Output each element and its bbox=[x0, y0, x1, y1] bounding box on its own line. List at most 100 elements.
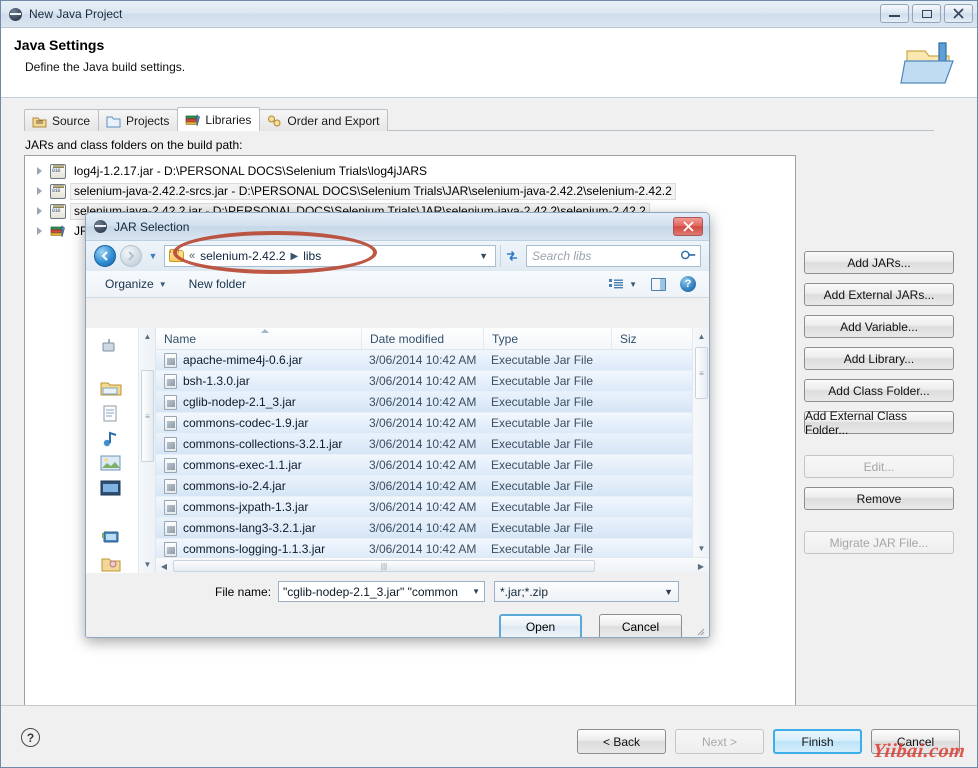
maximize-button[interactable] bbox=[912, 4, 941, 23]
preview-pane-button[interactable] bbox=[651, 278, 666, 291]
help-icon[interactable]: ? bbox=[21, 728, 40, 747]
scroll-down-icon[interactable]: ▼ bbox=[139, 556, 156, 573]
documents-icon[interactable] bbox=[100, 404, 122, 424]
table-row[interactable]: commons-jxpath-1.3.jar 3/06/2014 10:42 A… bbox=[156, 497, 709, 518]
table-row[interactable]: commons-lang3-3.2.1.jar 3/06/2014 10:42 … bbox=[156, 518, 709, 539]
add-variable-button[interactable]: Add Variable... bbox=[804, 315, 954, 338]
add-external-class-folder-button[interactable]: Add External Class Folder... bbox=[804, 411, 954, 434]
file-date: 3/06/2014 10:42 AM bbox=[361, 374, 483, 388]
open-button[interactable]: Open bbox=[499, 614, 582, 638]
file-type: Executable Jar File bbox=[483, 374, 611, 388]
tab-source[interactable]: Source bbox=[24, 109, 99, 131]
close-button[interactable] bbox=[944, 4, 973, 23]
breadcrumb-overflow-icon[interactable]: « bbox=[189, 250, 195, 262]
help-icon[interactable]: ? bbox=[680, 276, 696, 292]
scroll-up-icon[interactable]: ▲ bbox=[139, 328, 156, 345]
add-class-folder-button[interactable]: Add Class Folder... bbox=[804, 379, 954, 402]
resize-grip[interactable] bbox=[695, 625, 705, 635]
expand-arrow-icon[interactable] bbox=[35, 206, 46, 217]
file-name-input[interactable]: "cglib-nodep-2.1_3.jar" "common ▼ bbox=[278, 581, 485, 602]
table-row[interactable]: commons-collections-3.2.1.jar 3/06/2014 … bbox=[156, 434, 709, 455]
column-header-type[interactable]: Type bbox=[483, 328, 611, 350]
table-row[interactable]: commons-codec-1.9.jar 3/06/2014 10:42 AM… bbox=[156, 413, 709, 434]
scroll-left-icon[interactable]: ◀ bbox=[156, 558, 172, 573]
scrollbar-thumb[interactable]: ||| bbox=[173, 560, 595, 572]
column-header-size[interactable]: Siz bbox=[611, 328, 651, 350]
back-button[interactable]: < Back bbox=[577, 729, 666, 754]
tree-row[interactable]: log4j-1.2.17.jar - D:\PERSONAL DOCS\Sele… bbox=[25, 161, 795, 181]
history-dropdown-icon[interactable]: ▼ bbox=[146, 251, 160, 261]
file-name: commons-lang3-3.2.1.jar bbox=[183, 521, 316, 535]
remove-button[interactable]: Remove bbox=[804, 487, 954, 510]
file-list-horizontal-scrollbar[interactable]: ◀ ||| ▶ bbox=[156, 557, 709, 573]
music-icon[interactable] bbox=[100, 429, 122, 449]
add-library-button[interactable]: Add Library... bbox=[804, 347, 954, 370]
file-name-cell: commons-exec-1.1.jar bbox=[156, 458, 361, 473]
jar-file-icon bbox=[164, 416, 177, 431]
minimize-button[interactable] bbox=[880, 4, 909, 23]
column-label: Name bbox=[164, 332, 196, 346]
add-jars-button[interactable]: Add JARs... bbox=[804, 251, 954, 274]
expand-arrow-icon[interactable] bbox=[35, 186, 46, 197]
tab-projects[interactable]: Projects bbox=[98, 109, 178, 131]
file-list[interactable]: Name Date modified Type Siz apache-mime4… bbox=[156, 328, 709, 573]
column-header-name[interactable]: Name bbox=[156, 328, 361, 350]
add-external-jars-button[interactable]: Add External JARs... bbox=[804, 283, 954, 306]
table-row[interactable]: commons-io-2.4.jar 3/06/2014 10:42 AM Ex… bbox=[156, 476, 709, 497]
migrate-jar-file-button: Migrate JAR File... bbox=[804, 531, 954, 554]
network-icon[interactable] bbox=[100, 337, 122, 357]
library-icon bbox=[50, 224, 66, 238]
jar-file-icon bbox=[164, 542, 177, 557]
new-folder-button[interactable]: New folder bbox=[178, 277, 257, 291]
address-bar[interactable]: « selenium-2.42.2 ▶ libs ▼ bbox=[164, 245, 496, 267]
file-name-cell: apache-mime4j-0.6.jar bbox=[156, 353, 361, 368]
expand-arrow-icon[interactable] bbox=[35, 226, 46, 237]
tree-item-label: selenium-java-2.42.2-srcs.jar - D:\PERSO… bbox=[70, 183, 676, 200]
file-type: Executable Jar File bbox=[483, 542, 611, 556]
file-list-vertical-scrollbar[interactable]: ▲ ≡ ▼ bbox=[692, 328, 709, 557]
scrollbar-thumb[interactable]: ≡ bbox=[141, 370, 154, 462]
tab-libraries[interactable]: Libraries bbox=[177, 107, 260, 131]
tree-row[interactable]: selenium-java-2.42.2-srcs.jar - D:\PERSO… bbox=[25, 181, 795, 201]
finish-button[interactable]: Finish bbox=[773, 729, 862, 754]
table-row[interactable]: bsh-1.3.0.jar 3/06/2014 10:42 AM Executa… bbox=[156, 371, 709, 392]
scroll-right-icon[interactable]: ▶ bbox=[693, 558, 709, 573]
table-row[interactable]: cglib-nodep-2.1_3.jar 3/06/2014 10:42 AM… bbox=[156, 392, 709, 413]
breadcrumb-part[interactable]: libs bbox=[303, 249, 321, 263]
address-dropdown-icon[interactable]: ▼ bbox=[479, 251, 491, 261]
organize-label: Organize bbox=[105, 277, 154, 291]
scrollbar-thumb[interactable]: ≡ bbox=[695, 347, 708, 399]
refresh-button[interactable] bbox=[500, 245, 522, 267]
user-folder-icon[interactable] bbox=[100, 554, 122, 573]
videos-icon[interactable] bbox=[100, 479, 122, 499]
back-navigation-button[interactable] bbox=[94, 245, 116, 267]
file-name-cell: commons-codec-1.9.jar bbox=[156, 416, 361, 431]
window-controls bbox=[880, 4, 973, 23]
tab-order-and-export[interactable]: Order and Export bbox=[259, 109, 388, 131]
file-name-label: File name: bbox=[215, 585, 271, 599]
file-type-filter-select[interactable]: *.jar;*.zip ▼ bbox=[494, 581, 679, 602]
chevron-down-icon[interactable]: ▼ bbox=[472, 587, 480, 596]
libraries-folder-icon[interactable] bbox=[100, 379, 122, 399]
scroll-down-icon[interactable]: ▼ bbox=[693, 540, 709, 557]
breadcrumb-part[interactable]: selenium-2.42.2 bbox=[200, 249, 285, 263]
navpane-scrollbar[interactable]: ▲ ≡ ▼ bbox=[138, 328, 155, 573]
dialog-cancel-button[interactable]: Cancel bbox=[599, 614, 682, 638]
scroll-up-icon[interactable]: ▲ bbox=[693, 328, 709, 345]
view-mode-button[interactable]: ▼ bbox=[609, 278, 637, 291]
search-input[interactable]: Search libs bbox=[526, 245, 701, 267]
file-type: Executable Jar File bbox=[483, 500, 611, 514]
table-row[interactable]: commons-exec-1.1.jar 3/06/2014 10:42 AM … bbox=[156, 455, 709, 476]
expand-arrow-icon[interactable] bbox=[35, 166, 46, 177]
pictures-icon[interactable] bbox=[100, 454, 122, 474]
dialog-close-button[interactable] bbox=[673, 217, 703, 236]
file-type: Executable Jar File bbox=[483, 395, 611, 409]
navigation-pane[interactable]: ▲ ≡ ▼ bbox=[86, 328, 156, 573]
column-header-date-modified[interactable]: Date modified bbox=[361, 328, 483, 350]
table-row[interactable]: apache-mime4j-0.6.jar 3/06/2014 10:42 AM… bbox=[156, 350, 709, 371]
organize-menu[interactable]: Organize ▼ bbox=[94, 277, 178, 291]
tab-label: Libraries bbox=[205, 113, 251, 127]
computer-icon[interactable] bbox=[100, 529, 122, 549]
jar-icon bbox=[50, 204, 66, 219]
search-icon[interactable] bbox=[678, 246, 699, 267]
